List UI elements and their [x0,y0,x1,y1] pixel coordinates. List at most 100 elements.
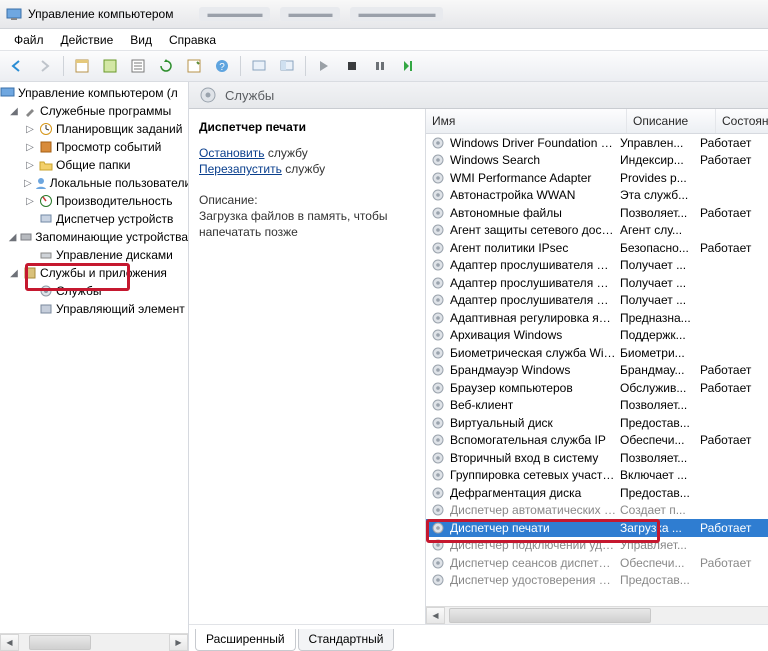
service-row[interactable]: Архивация WindowsПоддержк... [426,327,768,345]
service-row[interactable]: Диспетчер печатиЗагрузка ...Работает [426,519,768,537]
tree-horizontal-scrollbar[interactable]: ◀ ▶ [0,633,188,651]
service-desc-cell: Агент слу... [616,223,696,237]
tree-disk-management[interactable]: ▷Управление дисками [0,246,188,264]
service-row[interactable]: Брандмауэр WindowsБрандмау...Работает [426,362,768,380]
menu-help[interactable]: Справка [161,31,224,49]
gear-icon [430,467,446,483]
service-row[interactable]: Диспетчер удостоверения сетев...Предоста… [426,572,768,590]
toolbar-icon[interactable] [181,53,207,79]
service-row[interactable]: Автонастройка WWANЭта служб... [426,187,768,205]
gear-icon [430,187,446,203]
col-name[interactable]: Имя [426,109,627,133]
service-name-cell: Браузер компьютеров [450,381,616,395]
gear-icon [430,520,446,536]
service-desc-cell: Включает ... [616,468,696,482]
folder-icon [38,157,54,173]
service-desc-cell: Предостав... [616,486,696,500]
scroll-thumb[interactable] [29,635,91,650]
service-name-cell: Адаптер прослушивателя Net.Pipe [450,276,616,290]
tree-root[interactable]: Управление компьютером (л [0,84,188,102]
service-row[interactable]: Windows SearchИндексир...Работает [426,152,768,170]
list-horizontal-scrollbar[interactable]: ◀ ▶ [426,606,768,624]
service-desc-cell: Управлен... [616,136,696,150]
titlebar[interactable]: Управление компьютером ▬▬▬▬▬▬▬▬▬▬▬▬▬▬▬▬ [0,0,768,29]
service-row[interactable]: Веб-клиентПозволяет... [426,397,768,415]
service-desc-cell: Безопасно... [616,241,696,255]
service-row[interactable]: Биометрическая служба WindowsБиометри... [426,344,768,362]
service-row[interactable]: Windows Driver Foundation - User...Управ… [426,134,768,152]
tree-system-tools[interactable]: ◢Служебные программы [0,102,188,120]
tree-services-apps[interactable]: ◢Службы и приложения [0,264,188,282]
service-row[interactable]: Адаптер прослушивателя Net.TcpПолучает .… [426,292,768,310]
tab-standard[interactable]: Стандартный [298,629,395,651]
expand-icon[interactable]: ▷ [24,124,36,135]
service-desc-cell: Предостав... [616,573,696,587]
service-name-cell: Диспетчер сеансов диспетчера о... [450,556,616,570]
restart-button[interactable] [395,53,421,79]
tree-services[interactable]: ▷Службы [0,282,188,300]
scroll-thumb[interactable] [449,608,651,623]
service-name-cell: Агент защиты сетевого доступа [450,223,616,237]
tree-event-viewer[interactable]: ▷Просмотр событий [0,138,188,156]
toolbar-icon[interactable] [69,53,95,79]
list-header[interactable]: Имя Описание Состояние [426,109,768,134]
service-state-cell: Работает [696,153,768,167]
menu-file[interactable]: Файл [6,31,52,49]
stop-service-link[interactable]: Остановить [199,146,265,160]
service-row[interactable]: Вторичный вход в системуПозволяет... [426,449,768,467]
service-row[interactable]: Диспетчер автоматических подк...Создает … [426,502,768,520]
gear-icon [430,362,446,378]
tree-local-users[interactable]: ▷Локальные пользователи [0,174,188,192]
menu-action[interactable]: Действие [53,31,122,49]
service-row[interactable]: Группировка сетевых участниковВключает .… [426,467,768,485]
service-row[interactable]: Вспомогательная служба IPОбеспечи...Рабо… [426,432,768,450]
scroll-left-button[interactable]: ◀ [426,607,445,624]
service-row[interactable]: Дефрагментация дискаПредостав... [426,484,768,502]
gear-icon [430,152,446,168]
col-state[interactable]: Состояние [716,109,768,133]
service-row[interactable]: Автономные файлыПозволяет...Работает [426,204,768,222]
service-row[interactable]: Диспетчер подключений удален...Управляет… [426,537,768,555]
nav-back-button[interactable] [4,53,30,79]
tree-device-manager[interactable]: ▷Диспетчер устройств [0,210,188,228]
scroll-right-button[interactable]: ▶ [169,634,188,651]
services-list[interactable]: Имя Описание Состояние Windows Driver Fo… [425,109,768,624]
pause-button[interactable] [367,53,393,79]
service-row[interactable]: Адаптивная регулировка яркостиПредназна.… [426,309,768,327]
toolbar-help-button[interactable]: ? [209,53,235,79]
tree-storage[interactable]: ◢Запоминающие устройства [0,228,188,246]
gear-icon [430,485,446,501]
service-row[interactable]: Агент политики IPsecБезопасно...Работает [426,239,768,257]
wmi-icon [38,301,54,317]
service-row[interactable]: Агент защиты сетевого доступаАгент слу..… [426,222,768,240]
collapse-icon[interactable]: ◢ [8,106,20,117]
toolbar-icon[interactable] [125,53,151,79]
col-description[interactable]: Описание [627,109,716,133]
toolbar: ? [0,51,768,82]
nav-forward-button[interactable] [32,53,58,79]
tree-pane[interactable]: Управление компьютером (л ◢Служебные про… [0,82,189,651]
service-name: Диспетчер печати [199,119,417,135]
tree-performance[interactable]: ▷Производительность [0,192,188,210]
service-row[interactable]: Виртуальный дискПредостав... [426,414,768,432]
scroll-left-button[interactable]: ◀ [0,634,19,651]
service-row[interactable]: Адаптер прослушивателя Net.PipeПолучает … [426,274,768,292]
play-button[interactable] [311,53,337,79]
toolbar-icon[interactable] [97,53,123,79]
restart-service-link[interactable]: Перезапустить [199,162,282,176]
toolbar-icon[interactable] [246,53,272,79]
service-row[interactable]: Адаптер прослушивателя Net.M...Получает … [426,257,768,275]
service-name-cell: Вторичный вход в систему [450,451,616,465]
service-row[interactable]: WMI Performance AdapterProvides p... [426,169,768,187]
service-row[interactable]: Браузер компьютеровОбслужив...Работает [426,379,768,397]
tab-extended[interactable]: Расширенный [195,629,296,651]
tree-task-scheduler[interactable]: ▷Планировщик заданий [0,120,188,138]
service-row[interactable]: Диспетчер сеансов диспетчера о...Обеспеч… [426,554,768,572]
toolbar-icon[interactable] [274,53,300,79]
toolbar-refresh-button[interactable] [153,53,179,79]
tree-wmi-control[interactable]: ▷Управляющий элемент [0,300,188,318]
tree-shared-folders[interactable]: ▷Общие папки [0,156,188,174]
stop-button[interactable] [339,53,365,79]
gear-icon [430,205,446,221]
menu-view[interactable]: Вид [122,31,160,49]
